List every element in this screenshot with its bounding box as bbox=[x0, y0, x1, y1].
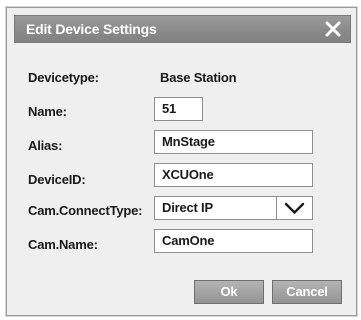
cam-connect-type-value: Direct IP bbox=[162, 200, 213, 215]
cam-connect-type-label: Cam.ConnectType: bbox=[28, 203, 143, 218]
edit-device-settings-dialog: Edit Device Settings Devicetype: Base St… bbox=[6, 7, 357, 316]
name-input[interactable]: 51 bbox=[154, 97, 203, 121]
ok-button[interactable]: Ok bbox=[194, 280, 264, 304]
alias-label: Alias: bbox=[28, 138, 63, 153]
cam-name-input[interactable]: CamOne bbox=[154, 229, 313, 253]
name-label: Name: bbox=[28, 104, 67, 119]
cam-name-label: Cam.Name: bbox=[28, 237, 98, 252]
devicetype-label: Devicetype: bbox=[28, 70, 99, 85]
chevron-down-icon[interactable] bbox=[277, 197, 312, 219]
cancel-button[interactable]: Cancel bbox=[272, 280, 342, 304]
dialog-title-bar[interactable]: Edit Device Settings bbox=[14, 15, 351, 43]
alias-input[interactable]: MnStage bbox=[154, 130, 313, 154]
cam-connect-type-select[interactable]: Direct IP bbox=[154, 196, 313, 220]
close-icon[interactable] bbox=[322, 18, 344, 40]
dialog-title: Edit Device Settings bbox=[26, 21, 157, 37]
devicetype-value: Base Station bbox=[160, 70, 237, 85]
deviceid-label: DeviceID: bbox=[28, 172, 86, 187]
deviceid-input[interactable]: XCUOne bbox=[154, 163, 313, 187]
